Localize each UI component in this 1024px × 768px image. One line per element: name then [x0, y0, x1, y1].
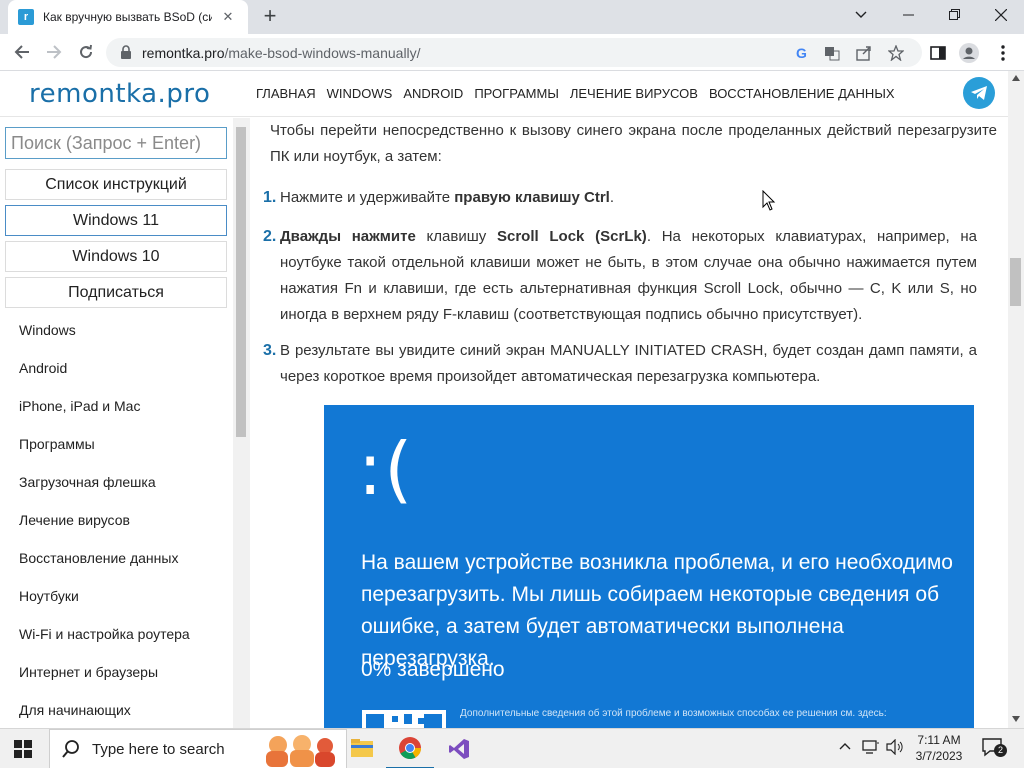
step-number: 2. — [263, 228, 277, 245]
list-item: 2. Дважды нажмите клавишу Scroll Lock (S… — [263, 224, 977, 328]
qr-code-icon — [362, 710, 446, 728]
search-input[interactable] — [5, 127, 227, 159]
clock-time: 7:11 AM — [917, 733, 961, 747]
notifications-icon[interactable]: 2 — [982, 737, 1007, 762]
sad-face: :( — [358, 427, 415, 511]
taskbar-clock[interactable]: 7:11 AM 3/7/2023 — [912, 732, 966, 764]
lock-icon[interactable] — [120, 45, 132, 64]
volume-icon[interactable] — [886, 738, 904, 760]
browser-menu-icon[interactable] — [992, 42, 1014, 64]
browser-toolbar: remontka.pro/make-bsod-windows-manually/… — [0, 34, 1024, 71]
tab-close-icon[interactable]: ✕ — [218, 9, 238, 25]
telegram-icon[interactable] — [963, 77, 995, 109]
article-intro: Чтобы перейти непосредственно к вызову с… — [270, 122, 997, 165]
browser-tab[interactable]: r Как вручную вызвать BSoD (си ✕ — [8, 0, 248, 34]
sidebar-link-windows[interactable]: Windows — [19, 322, 76, 338]
translate-icon[interactable] — [822, 43, 842, 63]
step-number: 1. — [263, 189, 277, 206]
new-tab-button[interactable]: + — [258, 5, 282, 29]
tab-search-chevron-icon[interactable] — [838, 0, 884, 30]
google-lens-icon[interactable]: G — [792, 43, 812, 63]
sidebar-link-laptops[interactable]: Ноутбуки — [19, 588, 79, 604]
sidebar-link-virus-removal[interactable]: Лечение вирусов — [19, 512, 130, 528]
bookmark-star-icon[interactable] — [886, 43, 906, 63]
minimize-button[interactable] — [886, 0, 932, 30]
network-icon[interactable] — [862, 739, 880, 760]
site-favicon-icon: r — [18, 9, 34, 25]
windows-11-button[interactable]: Windows 11 — [5, 205, 227, 236]
windows-start-icon[interactable] — [14, 740, 32, 763]
bsod-screenshot: :( На вашем устройстве возникла проблема… — [324, 405, 974, 728]
sidebar-link-android[interactable]: Android — [19, 360, 67, 376]
restore-button[interactable] — [932, 0, 978, 30]
page-scrollbar[interactable] — [1008, 71, 1024, 728]
sidebar-link-beginners[interactable]: Для начинающих — [19, 702, 131, 718]
forward-button[interactable] — [40, 38, 68, 66]
subscribe-button[interactable]: Подписаться — [5, 277, 227, 308]
taskbar-search-box[interactable]: Type here to search — [49, 729, 347, 768]
sidebar-link-programs[interactable]: Программы — [19, 436, 95, 452]
sidebar-link-internet-browsers[interactable]: Интернет и браузеры — [19, 664, 158, 680]
chrome-taskbar-button[interactable] — [386, 729, 434, 768]
sidebar-scrollbar[interactable] — [233, 118, 250, 728]
mouse-cursor-icon — [762, 190, 776, 211]
taskbar-search-text: Type here to search — [92, 740, 225, 758]
tab-title: Как вручную вызвать BSoD (си — [43, 10, 212, 24]
sidebar-link-apple[interactable]: iPhone, iPad и Mac — [19, 398, 140, 414]
search-icon — [62, 740, 79, 758]
visual-studio-icon[interactable] — [448, 738, 470, 765]
address-bar[interactable]: remontka.pro/make-bsod-windows-manually/… — [106, 38, 922, 67]
share-icon[interactable] — [854, 43, 874, 63]
list-item: 1. Нажмите и удерживайте правую клавишу … — [263, 185, 977, 211]
sidebar-link-boot-usb[interactable]: Загрузочная флешка — [19, 474, 156, 490]
side-panel-icon[interactable] — [927, 42, 949, 64]
scroll-down-icon[interactable] — [1012, 716, 1020, 722]
bsod-more-info: Дополнительные сведения об этой проблеме… — [460, 708, 887, 719]
sidebar-link-data-recovery[interactable]: Восстановление данных — [19, 550, 178, 566]
tab-strip: r Как вручную вызвать BSoD (си ✕ + — [0, 0, 1024, 34]
windows-10-button[interactable]: Windows 10 — [5, 241, 227, 272]
instructions-list-button[interactable]: Список инструкций — [5, 169, 227, 200]
nav-android[interactable]: ANDROID — [403, 86, 463, 101]
notification-count-badge: 2 — [994, 744, 1007, 757]
search-highlight-illustration — [266, 735, 335, 767]
nav-programs[interactable]: ПРОГРАММЫ — [474, 86, 559, 101]
taskbar: Type here to search 7:11 AM 3/7/2023 2 — [0, 728, 1024, 768]
site-header: remontka.pro ГЛАВНАЯ WINDOWS ANDROID ПРО… — [0, 71, 1008, 117]
clock-date: 3/7/2023 — [915, 749, 963, 763]
back-button[interactable] — [8, 38, 36, 66]
chrome-icon — [399, 737, 421, 759]
scroll-up-icon[interactable] — [1012, 75, 1020, 81]
close-window-button[interactable] — [978, 0, 1024, 30]
nav-home[interactable]: ГЛАВНАЯ — [256, 86, 316, 101]
list-item: 3. В результате вы увидите синий экран M… — [263, 338, 977, 390]
site-logo[interactable]: remontka.pro — [29, 79, 210, 109]
file-explorer-icon[interactable] — [350, 737, 374, 764]
bsod-message: На вашем устройстве возникла проблема, и… — [361, 551, 953, 670]
step-number: 3. — [263, 342, 277, 359]
nav-virus-removal[interactable]: ЛЕЧЕНИЕ ВИРУСОВ — [570, 86, 698, 101]
article-content: Чтобы перейти непосредственно к вызову с… — [250, 118, 1008, 728]
profile-avatar-icon[interactable] — [958, 42, 980, 64]
svg-text:G: G — [796, 45, 807, 61]
bsod-progress: 0% завершено — [361, 658, 505, 681]
show-hidden-icons-chevron-icon[interactable] — [839, 739, 851, 757]
url-text: remontka.pro/make-bsod-windows-manually/ — [142, 45, 421, 61]
sidebar: Список инструкций Windows 11 Windows 10 … — [0, 118, 233, 728]
reload-button[interactable] — [72, 38, 100, 66]
nav-windows[interactable]: WINDOWS — [327, 86, 393, 101]
main-nav: ГЛАВНАЯ WINDOWS ANDROID ПРОГРАММЫ ЛЕЧЕНИ… — [256, 86, 906, 101]
sidebar-link-wifi-router[interactable]: Wi-Fi и настройка роутера — [19, 626, 190, 642]
sidebar-scrollbar-thumb[interactable] — [236, 127, 246, 437]
nav-data-recovery[interactable]: ВОССТАНОВЛЕНИЕ ДАННЫХ — [709, 86, 895, 101]
page-scrollbar-thumb[interactable] — [1010, 258, 1021, 306]
